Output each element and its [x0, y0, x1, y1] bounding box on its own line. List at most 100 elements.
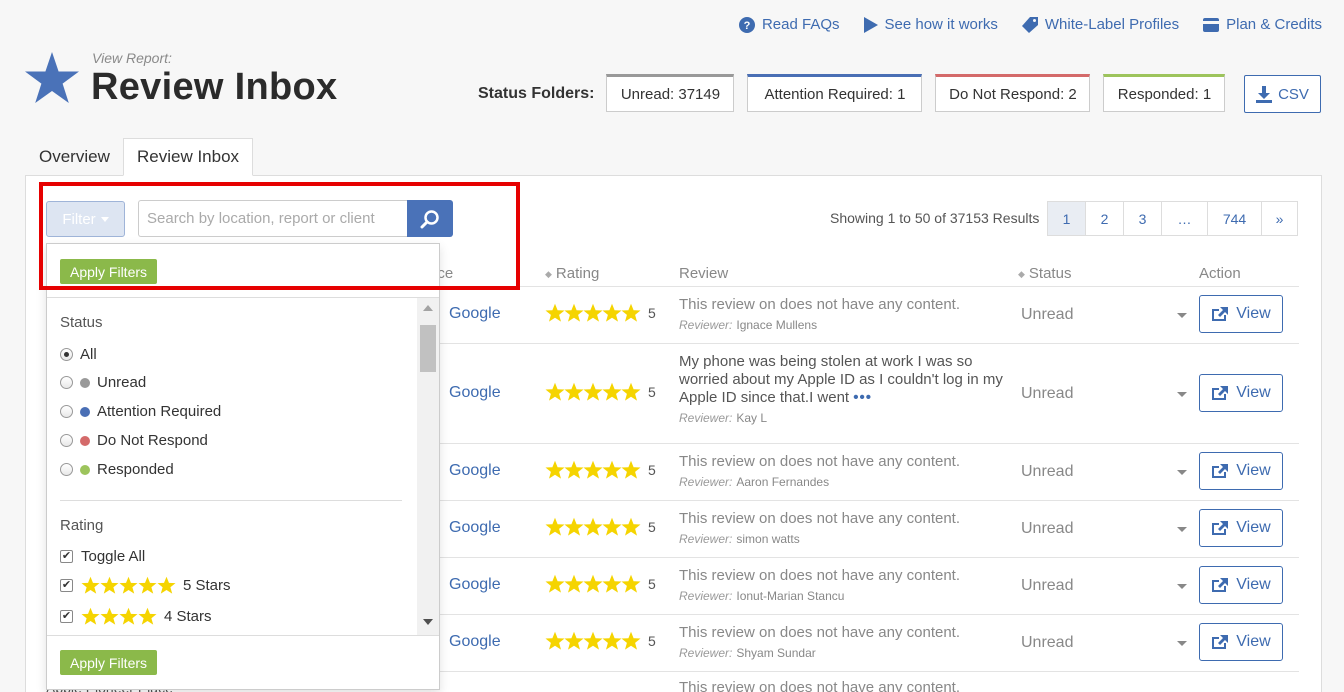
status-option-responded[interactable]: Responded [60, 461, 174, 478]
view-button[interactable]: View [1199, 452, 1283, 490]
checkbox-checked[interactable]: ✔ [60, 550, 73, 563]
tab-review-inbox[interactable]: Review Inbox [123, 138, 254, 176]
row-divider [436, 500, 1299, 501]
scroll-down-icon[interactable] [423, 619, 433, 625]
status-select[interactable]: Unread [1021, 634, 1073, 652]
status-select[interactable]: Unread [1021, 463, 1073, 481]
status-select[interactable]: Unread [1021, 385, 1073, 403]
plan-credits-link[interactable]: Plan & Credits [1203, 16, 1322, 33]
status-option-label: Attention Required [97, 403, 222, 420]
reviewer-line: Reviewer: Shyam Sundar [679, 644, 1009, 662]
external-link-icon [1212, 521, 1229, 535]
view-label: View [1236, 462, 1271, 479]
rating-value: 5 [648, 462, 656, 478]
caret-down-icon [100, 216, 109, 222]
apply-filters-button-top[interactable]: Apply Filters [60, 259, 158, 284]
reviewer-name: Shyam Sundar [736, 646, 816, 660]
chevron-down-icon[interactable] [1177, 641, 1187, 646]
checkbox-checked[interactable]: ✔ [60, 610, 73, 623]
more-icon[interactable]: ••• [853, 389, 872, 406]
filter-options-scroll[interactable]: Status All Unread Attention Required Do … [47, 298, 439, 635]
rating-option-5-stars[interactable]: ✔ 5 Stars [60, 576, 231, 595]
status-header-label: Status [1028, 265, 1072, 282]
chevron-down-icon[interactable] [1177, 313, 1187, 318]
page-ellipsis[interactable]: … [1161, 201, 1208, 236]
radio[interactable] [60, 376, 73, 389]
page-2-button[interactable]: 2 [1085, 201, 1124, 236]
status-select[interactable]: Unread [1021, 306, 1073, 324]
scrollbar-thumb[interactable] [420, 325, 436, 372]
row-divider [436, 671, 1299, 672]
status-option-unread[interactable]: Unread [60, 374, 146, 391]
status-folders: Status Folders: Unread: 37149 Attention … [478, 74, 1238, 112]
rating-option-4-stars[interactable]: ✔ 4 Stars [60, 607, 212, 626]
source-link[interactable]: Google [449, 305, 501, 323]
dropdown-divider [47, 635, 439, 636]
view-button[interactable]: View [1199, 509, 1283, 547]
view-button[interactable]: View [1199, 295, 1283, 333]
status-option-label: Responded [97, 461, 174, 478]
view-button[interactable]: View [1199, 623, 1283, 661]
status-option-label: All [80, 346, 97, 363]
search-input[interactable] [138, 200, 408, 237]
radio[interactable] [60, 434, 73, 447]
external-link-icon [1212, 578, 1229, 592]
dropdown-scrollbar[interactable] [417, 298, 439, 635]
page-744-button[interactable]: 744 [1207, 201, 1262, 236]
next-page-button[interactable]: » [1261, 201, 1298, 236]
reviewer-name: Ionut-Marian Stancu [736, 589, 845, 603]
source-link[interactable]: Google [449, 576, 501, 594]
column-header-review: Review [679, 265, 729, 282]
view-label: View [1236, 519, 1271, 536]
status-section-title: Status [60, 314, 103, 331]
rating-toggle-all[interactable]: ✔ Toggle All [60, 548, 145, 565]
filter-button[interactable]: Filter [46, 201, 125, 237]
tab-overview[interactable]: Overview [26, 138, 123, 176]
review-text: This review on does not have any content… [679, 510, 961, 527]
star-logo-icon [25, 52, 79, 103]
folder-responded-button[interactable]: Responded: 1 [1103, 74, 1226, 112]
view-button[interactable]: View [1199, 566, 1283, 604]
view-button[interactable]: View [1199, 373, 1283, 412]
search-button[interactable] [407, 200, 453, 237]
folder-unread-button[interactable]: Unread: 37149 [606, 74, 735, 112]
csv-download-button[interactable]: CSV [1244, 75, 1321, 113]
chevron-down-icon[interactable] [1177, 527, 1187, 532]
rating-value: 5 [648, 519, 656, 535]
source-link[interactable]: Google [449, 462, 501, 480]
apply-filters-button-bottom[interactable]: Apply Filters [60, 650, 158, 675]
scroll-up-icon[interactable] [423, 305, 433, 311]
folder-attention-required-button[interactable]: Attention Required: 1 [747, 74, 923, 112]
chevron-down-icon[interactable] [1177, 470, 1187, 475]
see-how-it-works-link[interactable]: See how it works [863, 16, 998, 33]
chevron-down-icon[interactable] [1177, 391, 1187, 397]
page-3-button[interactable]: 3 [1123, 201, 1162, 236]
source-link[interactable]: Google [449, 384, 501, 402]
chevron-down-icon[interactable] [1177, 584, 1187, 589]
column-header-rating[interactable]: ◆ Rating [545, 265, 599, 282]
source-link[interactable]: Google [449, 519, 501, 537]
folder-do-not-respond-button[interactable]: Do Not Respond: 2 [935, 74, 1091, 112]
white-label-profiles-label: White-Label Profiles [1044, 16, 1180, 33]
reviewer-name: Aaron Fernandes [736, 475, 830, 489]
checkbox-checked[interactable]: ✔ [60, 579, 73, 592]
status-select[interactable]: Unread [1021, 577, 1073, 595]
read-faqs-link[interactable]: ? Read FAQs [738, 16, 840, 33]
status-option-do-not-respond[interactable]: Do Not Respond [60, 432, 208, 449]
star-icons [545, 460, 641, 480]
page-1-button[interactable]: 1 [1047, 201, 1086, 236]
status-select[interactable]: Unread [1021, 520, 1073, 538]
reviewer-label: Reviewer: [679, 532, 733, 546]
radio-checked[interactable] [60, 348, 73, 361]
radio[interactable] [60, 463, 73, 476]
column-header-status[interactable]: ◆ Status [1018, 265, 1071, 282]
review-text: This review on does not have any content… [679, 453, 961, 470]
sort-icon: ◆ [1018, 269, 1025, 279]
status-option-all[interactable]: All [60, 346, 97, 363]
rating-value: 5 [648, 383, 656, 400]
toggle-all-label: Toggle All [81, 548, 146, 565]
source-link[interactable]: Google [449, 633, 501, 651]
status-option-attention-required[interactable]: Attention Required [60, 403, 221, 420]
radio[interactable] [60, 405, 73, 418]
white-label-profiles-link[interactable]: White-Label Profiles [1021, 16, 1180, 33]
